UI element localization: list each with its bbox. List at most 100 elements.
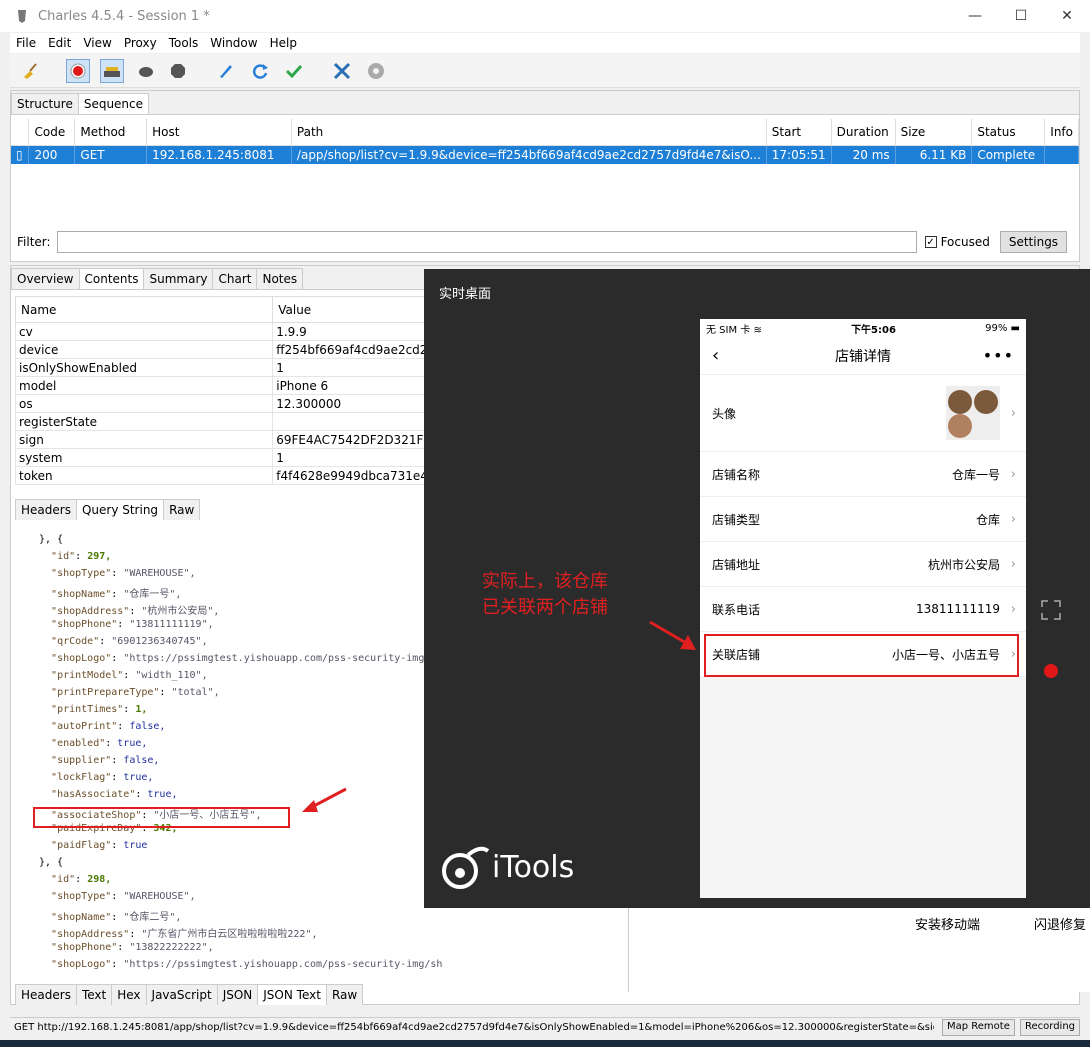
throttle-icon[interactable]	[100, 59, 124, 83]
json-line: "autoPrint": false,	[51, 721, 166, 732]
json-line: "shopName": "仓库一号",	[51, 589, 182, 600]
tab-json-text[interactable]: JSON Text	[257, 984, 327, 1005]
tab-text[interactable]: Text	[75, 984, 113, 1005]
json-line: "shopName": "仓库二号",	[51, 912, 182, 923]
json-line: "id": 297,	[51, 551, 112, 562]
tab-structure[interactable]: Structure	[11, 93, 79, 114]
tab-overview[interactable]: Overview	[11, 268, 80, 289]
tools-icon[interactable]	[330, 59, 354, 83]
table-row[interactable]: os 12.300000	[14, 394, 435, 413]
turtle-icon[interactable]	[134, 59, 158, 83]
broom-icon[interactable]	[18, 59, 42, 83]
gear-icon[interactable]	[364, 59, 388, 83]
tab-hex[interactable]: Hex	[111, 984, 147, 1005]
table-row[interactable]: sign 69FE4AC7542DF2D321F4	[14, 430, 435, 449]
pen-icon[interactable]	[214, 59, 238, 83]
stop-hexagon-icon[interactable]	[166, 59, 190, 83]
param-name: sign	[14, 430, 274, 449]
row-label: 联系电话	[712, 602, 761, 617]
fullscreen-icon[interactable]	[1040, 599, 1062, 621]
col-info[interactable]: Info	[1044, 119, 1079, 146]
page-title: 店铺详情	[835, 348, 891, 365]
close-icon[interactable]: ✕	[1044, 0, 1090, 32]
carrier-text: 无 SIM 卡 ≋	[706, 324, 762, 336]
col-path[interactable]: Path	[291, 119, 767, 146]
menu-edit[interactable]: Edit	[42, 36, 77, 50]
tab-chart[interactable]: Chart	[212, 268, 258, 289]
col-method[interactable]: Method	[74, 119, 148, 146]
row-shop-type[interactable]: 店铺类型 仓库 ›	[700, 497, 1026, 542]
filter-input[interactable]	[56, 231, 917, 253]
record-dot-icon[interactable]	[1044, 664, 1058, 678]
col-size[interactable]: Size	[895, 119, 973, 146]
tab-sequence[interactable]: Sequence	[77, 93, 150, 114]
record-icon[interactable]	[66, 59, 90, 83]
refresh-icon[interactable]	[248, 59, 272, 83]
json-line: "lockFlag": true,	[51, 772, 154, 783]
col-name[interactable]: Name	[14, 296, 274, 323]
map-remote-button[interactable]: Map Remote	[942, 1019, 1015, 1036]
menu-window[interactable]: Window	[204, 36, 263, 50]
table-row[interactable]: registerState	[14, 412, 435, 431]
tab-javascript[interactable]: JavaScript	[145, 984, 218, 1005]
table-row[interactable]: model iPhone 6	[14, 376, 435, 395]
menu-view[interactable]: View	[77, 36, 117, 50]
recording-button[interactable]: Recording	[1020, 1019, 1081, 1036]
crash-fix-text[interactable]: 闪退修复	[1034, 914, 1086, 933]
row-phone[interactable]: 联系电话 13811111119 ›	[700, 587, 1026, 632]
itools-brand-text: iTools	[492, 849, 575, 885]
tab-request-headers[interactable]: Headers	[15, 499, 77, 520]
col-status[interactable]: Status	[971, 119, 1046, 146]
row-label: 店铺类型	[712, 512, 761, 527]
json-line: "shopAddress": "杭州市公安局",	[51, 606, 220, 617]
col-value[interactable]: Value	[272, 296, 435, 323]
maximize-icon[interactable]: ☐	[998, 0, 1044, 32]
table-row[interactable]: cv 1.9.9	[14, 322, 435, 341]
filter-bar: Filter: ✓ Focused Settings	[17, 230, 1077, 254]
tab-json[interactable]: JSON	[216, 984, 259, 1005]
json-text-view[interactable]: }, { "id": 297, "shopType": "WAREHOUSE",…	[15, 526, 451, 978]
table-row[interactable]: token f4f4628e9949dbca731e4	[14, 466, 435, 485]
phone-nav-bar: ‹ 店铺详情 •••	[700, 337, 1026, 375]
json-line: "id": 298,	[51, 874, 112, 885]
tab-query-string[interactable]: Query String	[75, 499, 165, 520]
menu-proxy[interactable]: Proxy	[118, 36, 163, 50]
col-code[interactable]: Code	[28, 119, 76, 146]
json-line: "shopType": "WAREHOUSE",	[51, 891, 196, 902]
more-icon[interactable]: •••	[983, 346, 1014, 365]
tab-response-raw[interactable]: Raw	[325, 984, 364, 1005]
tab-response-headers[interactable]: Headers	[15, 984, 77, 1005]
tab-contents[interactable]: Contents	[78, 268, 145, 289]
json-line: }, {	[39, 857, 64, 868]
install-mobile-text[interactable]: 安装移动端	[915, 914, 980, 933]
col-host[interactable]: Host	[146, 119, 292, 146]
tab-request-raw[interactable]: Raw	[163, 499, 201, 520]
tab-notes[interactable]: Notes	[256, 268, 304, 289]
col-duration[interactable]: Duration	[831, 119, 896, 146]
row-shop-address[interactable]: 店铺地址 杭州市公安局 ›	[700, 542, 1026, 587]
check-icon[interactable]	[282, 59, 306, 83]
row-label: 店铺名称	[712, 467, 761, 482]
back-chevron-icon[interactable]: ‹	[712, 345, 719, 366]
table-row[interactable]: ▯ 200 GET 192.168.1.245:8081 /app/shop/l…	[11, 145, 1079, 164]
menu-tools[interactable]: Tools	[163, 36, 205, 50]
table-row[interactable]: device ff254bf669af4cd9ae2cd2	[14, 340, 435, 359]
focused-checkbox[interactable]: ✓	[924, 236, 937, 248]
cell-method: GET	[74, 145, 148, 164]
menu-file[interactable]: File	[10, 36, 42, 50]
row-shop-name[interactable]: 店铺名称 仓库一号 ›	[700, 452, 1026, 497]
table-row[interactable]: system 1	[14, 448, 435, 467]
json-line: "supplier": false,	[51, 755, 160, 766]
minimize-icon[interactable]: —	[952, 0, 998, 32]
tab-summary[interactable]: Summary	[143, 268, 214, 289]
json-line: "shopLogo": "https://pssimgtest.yishouap…	[51, 653, 425, 664]
settings-button[interactable]: Settings	[999, 231, 1068, 253]
toolbar	[10, 54, 1080, 88]
menu-help[interactable]: Help	[264, 36, 303, 50]
row-avatar[interactable]: 头像 ›	[700, 375, 1026, 452]
col-start[interactable]: Start	[766, 119, 832, 146]
table-row[interactable]: isOnlyShowEnabled 1	[14, 358, 435, 377]
param-value	[272, 412, 435, 431]
phone-highlight-box	[704, 634, 1019, 677]
cell-path: /app/shop/list?cv=1.9.9&device=ff254bf66…	[291, 145, 767, 164]
